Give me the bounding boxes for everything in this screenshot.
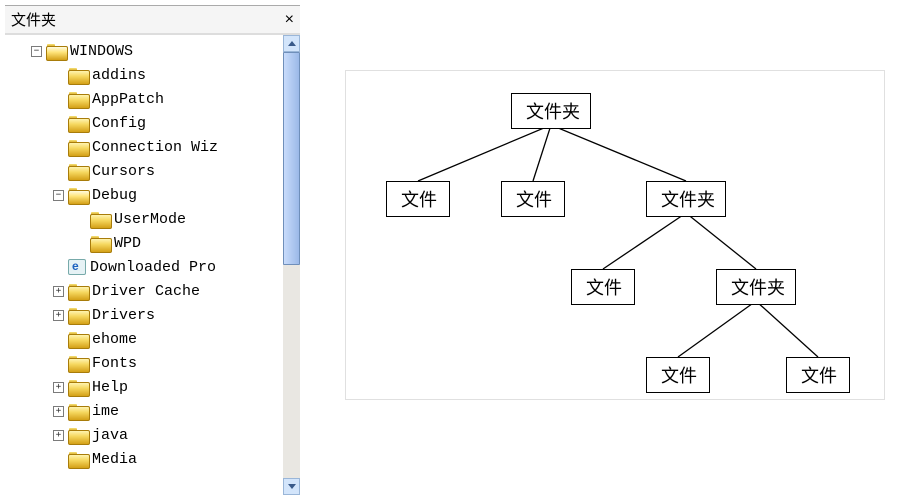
- collapse-icon[interactable]: −: [31, 46, 42, 57]
- diagram-node: 文件: [386, 181, 450, 217]
- tree-item-label: WINDOWS: [70, 43, 133, 60]
- tree-item[interactable]: addins: [9, 63, 283, 87]
- folder-icon: [68, 68, 88, 83]
- tree-item[interactable]: + Help: [9, 375, 283, 399]
- folder-icon: [68, 308, 88, 323]
- panel-header: 文件夹 ×: [5, 6, 300, 34]
- tree-item-label: Fonts: [92, 355, 137, 372]
- tree-item-label: Connection Wiz: [92, 139, 218, 156]
- expand-icon[interactable]: +: [53, 430, 64, 441]
- folder-icon: [68, 428, 88, 443]
- scrollbar[interactable]: [283, 35, 300, 495]
- tree-item[interactable]: + java: [9, 423, 283, 447]
- folder-icon: [68, 404, 88, 419]
- tree-item[interactable]: WPD: [9, 231, 283, 255]
- tree-item[interactable]: Connection Wiz: [9, 135, 283, 159]
- tree-item[interactable]: + Driver Cache: [9, 279, 283, 303]
- folder-open-icon: [68, 188, 88, 203]
- tree-item[interactable]: Downloaded Pro: [9, 255, 283, 279]
- scroll-track[interactable]: [283, 52, 300, 478]
- chevron-down-icon: [288, 484, 296, 489]
- tree-item-label: ime: [92, 403, 119, 420]
- tree-item[interactable]: UserMode: [9, 207, 283, 231]
- tree-item-label: addins: [92, 67, 146, 84]
- tree-item[interactable]: Fonts: [9, 351, 283, 375]
- expand-icon[interactable]: +: [53, 286, 64, 297]
- diagram-panel: 文件夹文件文件文件夹文件文件夹文件文件: [305, 0, 924, 500]
- ie-page-icon: [68, 259, 86, 275]
- folder-open-icon: [46, 44, 66, 59]
- tree-item-label: Drivers: [92, 307, 155, 324]
- expand-icon[interactable]: +: [53, 406, 64, 417]
- tree-item-label: java: [92, 427, 128, 444]
- tree-item-label: ehome: [92, 331, 137, 348]
- folder-icon: [68, 116, 88, 131]
- tree-item-label: UserMode: [114, 211, 186, 228]
- tree-item[interactable]: Media: [9, 447, 283, 471]
- tree-item[interactable]: Config: [9, 111, 283, 135]
- tree-item[interactable]: AppPatch: [9, 87, 283, 111]
- expand-icon[interactable]: +: [53, 310, 64, 321]
- folder-icon: [68, 452, 88, 467]
- tree-item-label: Cursors: [92, 163, 155, 180]
- folder-icon: [68, 356, 88, 371]
- expand-icon[interactable]: +: [53, 382, 64, 393]
- diagram-node: 文件夹: [716, 269, 796, 305]
- diagram-node: 文件: [646, 357, 710, 393]
- tree-item-label: WPD: [114, 235, 141, 252]
- tree-item[interactable]: Cursors: [9, 159, 283, 183]
- folder-tree-panel: 文件夹 × − WINDOWS addins AppPatch Config Connec…: [5, 5, 300, 495]
- tree-item[interactable]: + Drivers: [9, 303, 283, 327]
- folder-icon: [90, 236, 110, 251]
- tree-scroll[interactable]: − WINDOWS addins AppPatch Config Connection W…: [5, 35, 283, 495]
- tree-item[interactable]: − Debug: [9, 183, 283, 207]
- folder-icon: [68, 92, 88, 107]
- scroll-up-button[interactable]: [283, 35, 300, 52]
- tree-body: − WINDOWS addins AppPatch Config Connection W…: [5, 34, 300, 495]
- scroll-down-button[interactable]: [283, 478, 300, 495]
- collapse-icon[interactable]: −: [53, 190, 64, 201]
- close-icon[interactable]: ×: [285, 11, 294, 29]
- tree-item-label: Downloaded Pro: [90, 259, 216, 276]
- tree-item-label: Driver Cache: [92, 283, 200, 300]
- tree-item[interactable]: ehome: [9, 327, 283, 351]
- tree-item-label: Debug: [92, 187, 137, 204]
- folder-icon: [68, 140, 88, 155]
- diagram-node: 文件: [501, 181, 565, 217]
- tree-item[interactable]: + ime: [9, 399, 283, 423]
- diagram-node: 文件夹: [511, 93, 591, 129]
- tree-item[interactable]: − WINDOWS: [9, 39, 283, 63]
- chevron-up-icon: [288, 41, 296, 46]
- tree-item-label: Help: [92, 379, 128, 396]
- scroll-thumb[interactable]: [283, 52, 300, 265]
- tree-item-label: AppPatch: [92, 91, 164, 108]
- folder-icon: [68, 164, 88, 179]
- tree-item-label: Config: [92, 115, 146, 132]
- diagram-node: 文件: [786, 357, 850, 393]
- folder-icon: [68, 332, 88, 347]
- panel-title: 文件夹: [11, 9, 56, 30]
- folder-icon: [68, 380, 88, 395]
- tree-diagram: 文件夹文件文件文件夹文件文件夹文件文件: [345, 70, 885, 400]
- diagram-node: 文件: [571, 269, 635, 305]
- diagram-edges: [346, 71, 886, 401]
- tree-item-label: Media: [92, 451, 137, 468]
- folder-icon: [68, 284, 88, 299]
- diagram-node: 文件夹: [646, 181, 726, 217]
- folder-icon: [90, 212, 110, 227]
